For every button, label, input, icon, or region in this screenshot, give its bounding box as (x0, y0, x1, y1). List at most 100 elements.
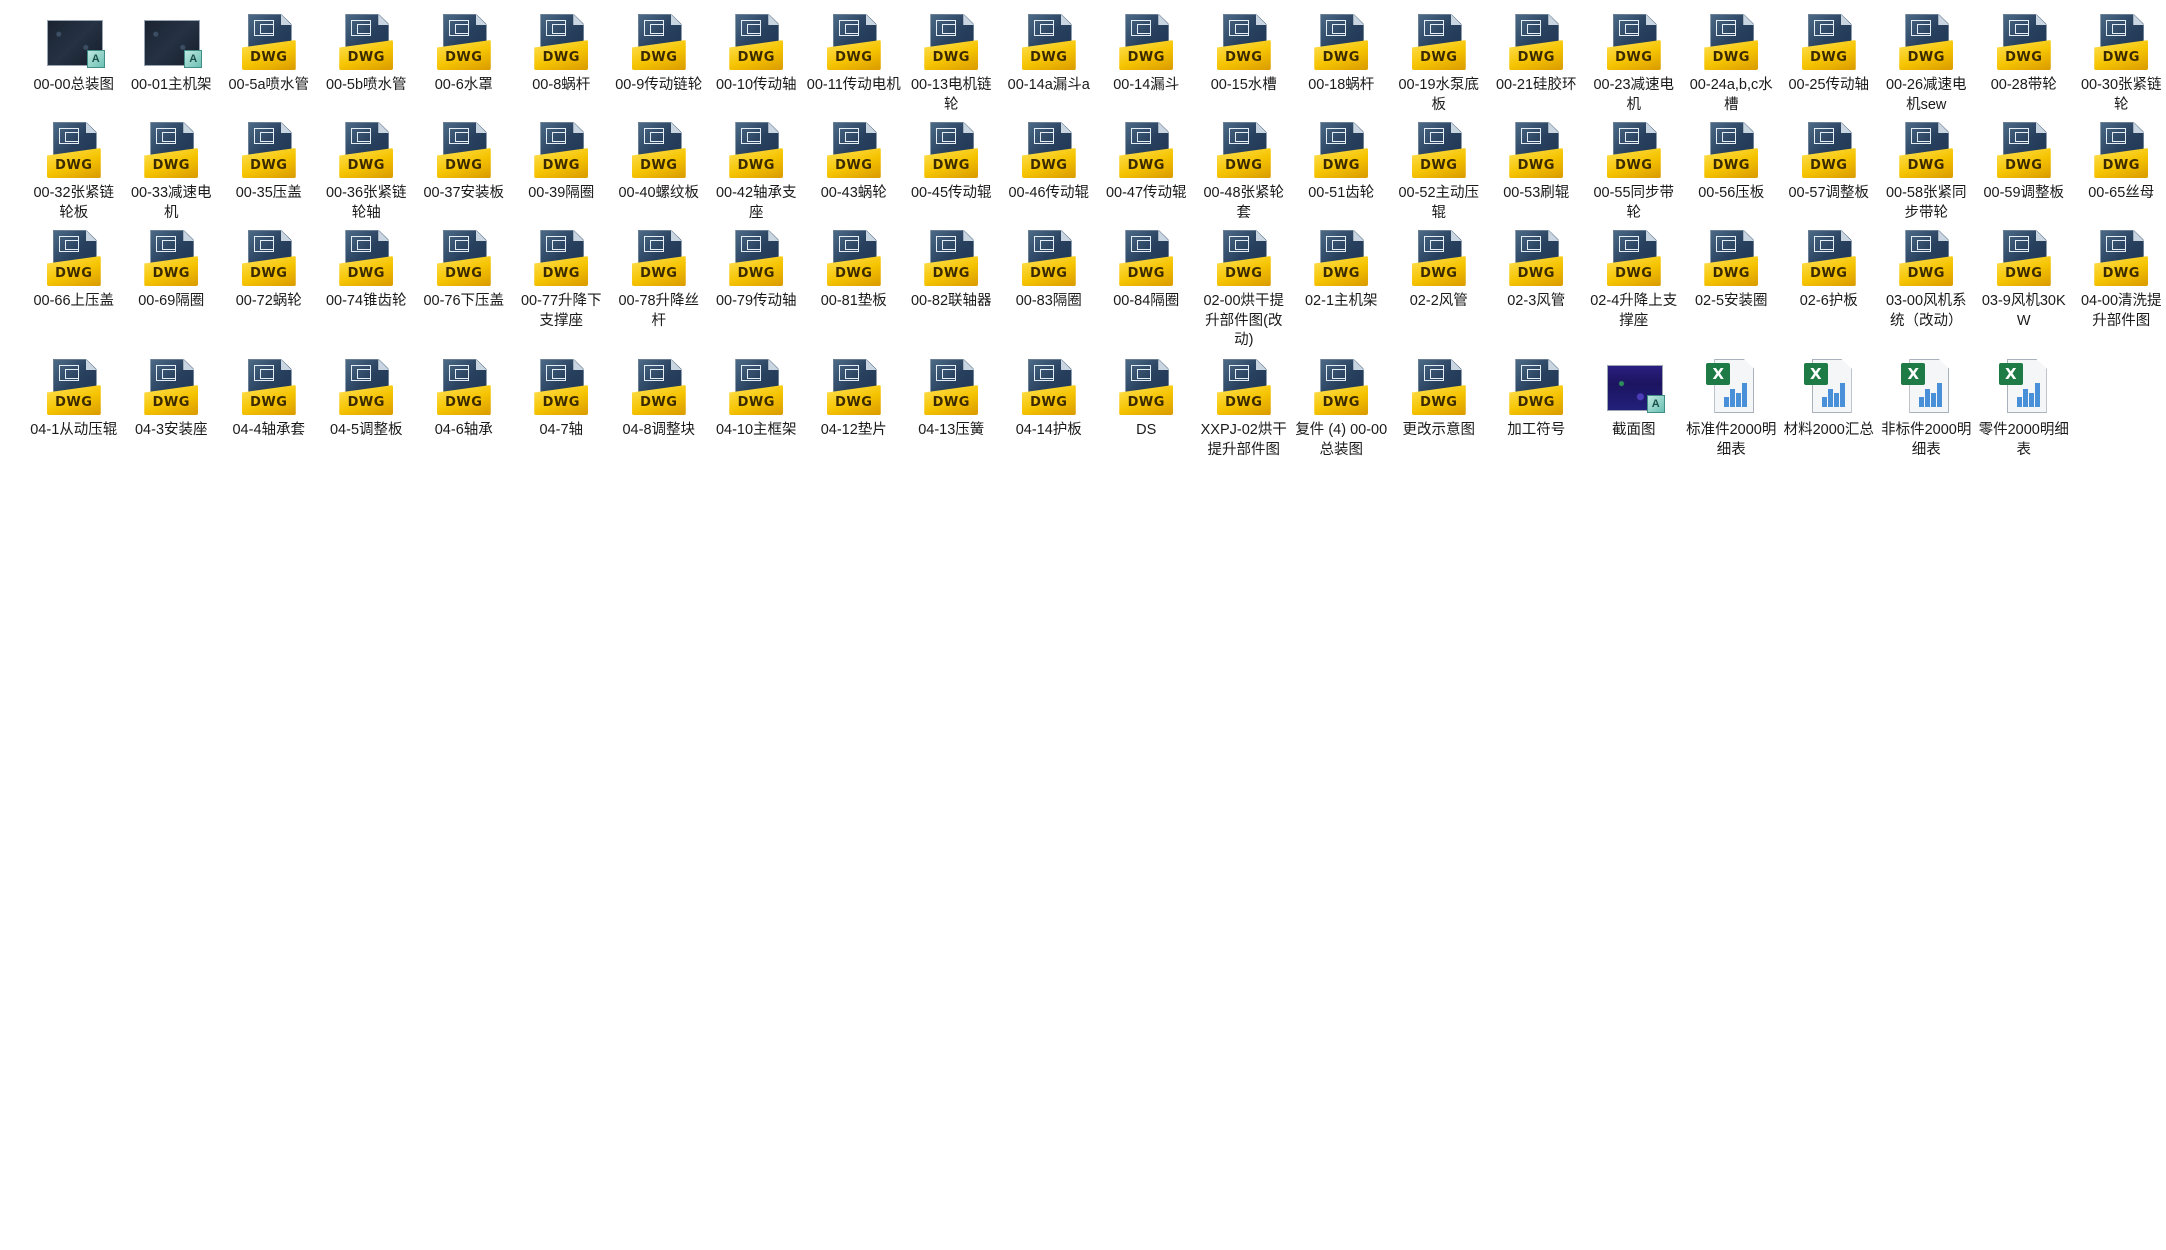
file-item[interactable]: DWG 00-25传动轴 (1780, 12, 1878, 120)
file-item[interactable]: DWG 00-46传动辊 (1000, 120, 1098, 228)
file-item[interactable]: DWG 04-00清洗提升部件图 (2073, 228, 2166, 357)
file-item[interactable]: DWG 00-69隔圈 (123, 228, 221, 357)
file-item[interactable]: DWG 04-3安装座 (123, 357, 221, 507)
file-name-label: 04-8调整块 (622, 422, 696, 438)
file-item[interactable]: DWG 00-30张紧链轮 (2073, 12, 2166, 120)
dwg-tag: DWG (932, 395, 970, 410)
file-item[interactable]: DWG 02-5安装圈 (1683, 228, 1781, 357)
file-item[interactable]: DWG 03-9风机30KW (1975, 228, 2073, 357)
file-item[interactable]: DWG 02-1主机架 (1293, 228, 1391, 357)
file-item[interactable]: DWG 00-58张紧同步带轮 (1878, 120, 1976, 228)
file-item[interactable]: DWG 00-28带轮 (1975, 12, 2073, 120)
dwg-file-icon: DWG (335, 228, 397, 290)
file-item[interactable]: DWG 00-14漏斗 (1098, 12, 1196, 120)
file-item[interactable]: DWG 02-00烘干提升部件图(改动) (1195, 228, 1293, 357)
dwg-tag: DWG (55, 266, 93, 281)
file-item[interactable]: DWG 02-3风管 (1488, 228, 1586, 357)
file-item[interactable]: DWG 04-12垫片 (805, 357, 903, 507)
file-item[interactable]: DWG 00-23减速电机 (1585, 12, 1683, 120)
file-item[interactable]: DWG 00-42轴承支座 (708, 120, 806, 228)
file-item[interactable]: DWG 00-14a漏斗a (1000, 12, 1098, 120)
file-item[interactable]: DWG 00-59调整板 (1975, 120, 2073, 228)
file-item[interactable]: DWG 02-6护板 (1780, 228, 1878, 357)
file-item[interactable]: DWG 00-40螺纹板 (610, 120, 708, 228)
file-item[interactable]: DWG 00-57调整板 (1780, 120, 1878, 228)
file-item[interactable]: DWG 00-53刷辊 (1488, 120, 1586, 228)
file-item[interactable]: DWG 00-33减速电机 (123, 120, 221, 228)
file-item[interactable]: DWG 00-19水泵底板 (1390, 12, 1488, 120)
file-name-label: 02-4升降上支撑座 (1590, 293, 1678, 329)
file-item[interactable]: DWG 00-77升降下支撑座 (513, 228, 611, 357)
file-item[interactable]: DWG 00-32张紧链轮板 (25, 120, 123, 228)
file-item[interactable]: DWG 00-15水槽 (1195, 12, 1293, 120)
file-item[interactable]: DWG 03-00风机系统（改动） (1878, 228, 1976, 357)
file-name-label: 00-10传动轴 (715, 77, 797, 93)
file-item[interactable]: DWG 00-83隔圈 (1000, 228, 1098, 357)
file-item[interactable]: DWG 04-5调整板 (318, 357, 416, 507)
file-item[interactable]: DWG 00-79传动轴 (708, 228, 806, 357)
file-item[interactable]: DWG 00-37安装板 (415, 120, 513, 228)
dwg-file-icon: DWG (628, 12, 690, 74)
file-item[interactable]: DWG 00-8蜗杆 (513, 12, 611, 120)
dwg-tag: DWG (250, 158, 288, 173)
file-item[interactable]: X 非标件2000明细表 (1878, 357, 1976, 507)
file-item[interactable]: DWG 复件 (4) 00-00总装图 (1293, 357, 1391, 507)
file-item[interactable]: DWG 00-35压盖 (220, 120, 318, 228)
file-item[interactable]: DWG 00-74锥齿轮 (318, 228, 416, 357)
file-item[interactable]: DWG 00-39隔圈 (513, 120, 611, 228)
file-item[interactable]: DWG 更改示意图 (1390, 357, 1488, 507)
file-item[interactable]: DWG 04-14护板 (1000, 357, 1098, 507)
file-item[interactable]: DWG 00-36张紧链轮轴 (318, 120, 416, 228)
file-item[interactable]: DWG 00-56压板 (1683, 120, 1781, 228)
dwg-tag: DWG (1907, 50, 1945, 65)
file-item[interactable]: DWG 00-11传动电机 (805, 12, 903, 120)
file-item[interactable]: DWG 00-43蜗轮 (805, 120, 903, 228)
dwg-tag: DWG (1030, 395, 1068, 410)
file-item[interactable]: DWG 00-24a,b,c水槽 (1683, 12, 1781, 120)
file-item[interactable]: DWG 04-1从动压辊 (25, 357, 123, 507)
file-item[interactable]: DWG 04-7轴 (513, 357, 611, 507)
file-item[interactable]: DWG 00-21硅胶环 (1488, 12, 1586, 120)
file-item[interactable]: DWG 00-76下压盖 (415, 228, 513, 357)
file-item[interactable]: DWG 00-65丝母 (2073, 120, 2166, 228)
file-item[interactable]: DWG 00-66上压盖 (25, 228, 123, 357)
file-item[interactable]: DWG 00-26减速电机sew (1878, 12, 1976, 120)
file-item[interactable]: DWG 00-51齿轮 (1293, 120, 1391, 228)
file-item[interactable]: DWG 00-55同步带轮 (1585, 120, 1683, 228)
file-name-label: 00-30张紧链轮 (2080, 77, 2162, 113)
file-item[interactable]: DWG 00-82联轴器 (903, 228, 1001, 357)
file-item[interactable]: DWG 00-72蜗轮 (220, 228, 318, 357)
file-item[interactable]: DWG 00-84隔圈 (1098, 228, 1196, 357)
file-item[interactable]: DWG 00-45传动辊 (903, 120, 1001, 228)
file-item[interactable]: DWG 00-52主动压辊 (1390, 120, 1488, 228)
file-item[interactable]: DWG 04-8调整块 (610, 357, 708, 507)
file-item[interactable]: DWG 00-9传动链轮 (610, 12, 708, 120)
file-item[interactable]: DWG 00-18蜗杆 (1293, 12, 1391, 120)
file-item[interactable]: DWG 02-2风管 (1390, 228, 1488, 357)
file-item[interactable]: DWG 00-48张紧轮套 (1195, 120, 1293, 228)
file-item[interactable]: DWG 00-5a喷水管 (220, 12, 318, 120)
file-item[interactable]: DWG 00-47传动辊 (1098, 120, 1196, 228)
file-item[interactable]: DWG 04-13压簧 (903, 357, 1001, 507)
file-item[interactable]: DWG 00-5b喷水管 (318, 12, 416, 120)
file-item[interactable]: DWG 00-78升降丝杆 (610, 228, 708, 357)
file-item[interactable]: DWG 加工符号 (1488, 357, 1586, 507)
file-name-label: 00-18蜗杆 (1308, 77, 1375, 93)
file-item[interactable]: DWG 04-4轴承套 (220, 357, 318, 507)
file-item[interactable]: X 标准件2000明细表 (1683, 357, 1781, 507)
file-item[interactable]: DWG 02-4升降上支撑座 (1585, 228, 1683, 357)
file-item[interactable]: DWG XXPJ-02烘干提升部件图 (1195, 357, 1293, 507)
file-item[interactable]: DWG 00-81垫板 (805, 228, 903, 357)
file-item[interactable]: A 00-00总装图 (25, 12, 123, 120)
file-item[interactable]: X 零件2000明细表 (1975, 357, 2073, 507)
file-item[interactable]: A 截面图 (1585, 357, 1683, 507)
file-item[interactable]: A 00-01主机架 (123, 12, 221, 120)
file-item[interactable]: X 材料2000汇总 (1780, 357, 1878, 507)
file-item[interactable]: DWG 00-6水罩 (415, 12, 513, 120)
file-name-label: 04-6轴承 (434, 422, 493, 438)
file-item[interactable]: DWG 04-6轴承 (415, 357, 513, 507)
file-item[interactable]: DWG 00-10传动轴 (708, 12, 806, 120)
file-item[interactable]: DWG 04-10主框架 (708, 357, 806, 507)
file-item[interactable]: DWG 00-13电机链轮 (903, 12, 1001, 120)
file-item[interactable]: DWG DS (1098, 357, 1196, 507)
